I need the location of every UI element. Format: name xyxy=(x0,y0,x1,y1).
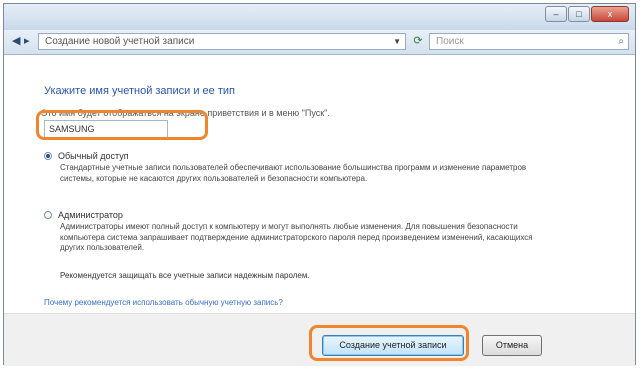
account-name-input[interactable] xyxy=(44,120,168,138)
page-title: Укажите имя учетной записи и ее тип xyxy=(44,85,235,97)
option-admin-description: Администраторы имеют полный доступ к ком… xyxy=(60,222,533,252)
search-placeholder: Поиск xyxy=(436,36,464,47)
maximize-button[interactable]: □ xyxy=(568,6,590,22)
forward-icon[interactable]: ▸ xyxy=(24,34,30,47)
radio-admin[interactable] xyxy=(44,211,52,219)
refresh-icon[interactable]: ⟳ xyxy=(410,34,426,50)
help-link[interactable]: Почему рекомендуется использовать обычну… xyxy=(44,298,283,307)
option-admin[interactable]: Администратор xyxy=(44,210,123,220)
window: – □ x ◀ ▸ Создание новой учетной записи … xyxy=(3,3,636,366)
window-controls: – □ x xyxy=(545,6,629,22)
create-account-button[interactable]: Создание учетной записи xyxy=(322,335,464,356)
search-input[interactable]: Поиск ⌕ xyxy=(429,33,629,50)
option-standard-label: Обычный доступ xyxy=(58,151,129,161)
cancel-button[interactable]: Отмена xyxy=(482,335,542,356)
search-icon[interactable]: ⌕ xyxy=(618,34,624,49)
option-standard[interactable]: Обычный доступ xyxy=(44,151,129,161)
titlebar: – □ x xyxy=(4,4,635,30)
option-standard-description: Стандартные учетные записи пользователей… xyxy=(60,163,527,183)
close-button[interactable]: x xyxy=(591,6,629,22)
back-icon[interactable]: ◀ xyxy=(12,34,20,47)
chevron-down-icon[interactable]: ▼ xyxy=(393,34,401,49)
main-content: Укажите имя учетной записи и ее тип Это … xyxy=(4,55,635,313)
option-admin-label: Администратор xyxy=(58,210,123,220)
footer: Создание учетной записи Отмена xyxy=(4,313,635,366)
recommendation-text: Рекомендуется защищать все учетные запис… xyxy=(60,271,310,280)
address-bar: ◀ ▸ Создание новой учетной записи ▼ ⟳ По… xyxy=(4,30,635,55)
name-hint: Это имя будет отображаться на экране при… xyxy=(41,108,330,118)
address-path-text: Создание новой учетной записи xyxy=(45,36,195,47)
radio-standard[interactable] xyxy=(44,152,52,160)
minimize-button[interactable]: – xyxy=(545,6,567,22)
address-path[interactable]: Создание новой учетной записи ▼ xyxy=(38,33,406,50)
